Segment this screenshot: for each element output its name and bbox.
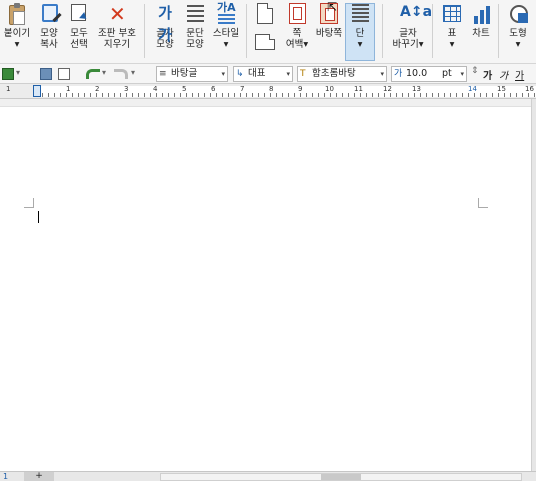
select-icon xyxy=(68,2,90,26)
ribbon-separator xyxy=(382,4,383,58)
chevron-down-icon: ▾ xyxy=(380,70,384,78)
format-painter-button[interactable]: 모양 복사 xyxy=(34,2,64,50)
horizontal-scrollbar[interactable] xyxy=(160,473,522,481)
page-setup-button[interactable] xyxy=(252,2,278,54)
clipboard-icon xyxy=(6,2,28,26)
vertical-scrollbar[interactable] xyxy=(531,99,536,471)
bottom-bar: 1 + xyxy=(0,471,536,481)
chevron-down-icon: ▾ xyxy=(460,70,464,78)
bold-button[interactable]: 가 xyxy=(483,67,492,82)
preview-icon[interactable] xyxy=(58,68,70,80)
redo-dropdown-arrow-icon[interactable]: ▾ xyxy=(131,68,135,77)
change-text-button[interactable]: A↕a 글자 바꾸기▾ xyxy=(388,2,433,50)
save-dropdown-arrow-icon[interactable]: ▾ xyxy=(16,68,20,77)
ribbon-separator xyxy=(144,4,145,58)
language-icon: ↳ xyxy=(236,69,244,79)
ribbon-separator xyxy=(498,4,499,58)
redo-icon[interactable] xyxy=(114,69,128,79)
paragraph-icon xyxy=(184,2,206,26)
ruler-scale xyxy=(36,86,536,97)
para-shape-button[interactable]: 문단 모양 xyxy=(180,2,210,50)
document-editing-area[interactable] xyxy=(0,99,531,471)
table-button[interactable]: 표 ▾ xyxy=(438,2,466,50)
char-shape-button[interactable]: 가가 글자 모양 xyxy=(150,2,180,50)
font-size-spinner[interactable]: ⇕ xyxy=(471,66,479,76)
page-top-shadow xyxy=(0,99,531,107)
page-indicator: 1 xyxy=(3,472,9,481)
style-select-icon: ≡ xyxy=(159,69,167,79)
chart-icon xyxy=(470,2,492,26)
page-landscape-icon xyxy=(254,28,276,52)
paste-button[interactable]: 붙이기 ▾ xyxy=(2,2,32,50)
ribbon-separator xyxy=(246,4,247,58)
page-margin-icon xyxy=(286,2,308,26)
table-icon xyxy=(441,2,463,26)
ribbon-toolbar: 붙이기 ▾ 모양 복사 모두 선택 ✕ 조판 부호 지우기 가가 글자 모양 문… xyxy=(0,0,536,64)
columns-button[interactable]: 단 ▾ xyxy=(346,2,374,50)
font-size-field[interactable]: 가 10.0 pt ▾ xyxy=(391,66,467,82)
style-select[interactable]: ≡ 바탕글 ▾ xyxy=(156,66,228,82)
undo-dropdown-arrow-icon[interactable]: ▾ xyxy=(102,68,106,77)
italic-button[interactable]: 가 xyxy=(499,67,508,82)
char-shape-icon: 가가 xyxy=(158,4,172,44)
font-icon: T xyxy=(300,69,306,79)
format-painter-icon xyxy=(38,2,60,26)
chevron-down-icon: ▾ xyxy=(221,70,225,78)
font-size-icon: 가 xyxy=(394,69,403,79)
language-select[interactable]: ↳ 대표 ▾ xyxy=(233,66,293,82)
text-caret xyxy=(38,211,39,223)
print-icon[interactable] xyxy=(40,68,52,80)
replace-text-icon: A↕a xyxy=(400,4,433,20)
style-button[interactable]: 가A 스타일 ▾ xyxy=(210,2,242,50)
add-tab-button[interactable]: + xyxy=(24,472,54,481)
shape-button[interactable]: 도형 ▾ xyxy=(504,2,532,50)
save-icon[interactable] xyxy=(2,68,14,80)
chevron-down-icon: ▾ xyxy=(286,70,290,78)
columns-icon xyxy=(349,2,371,26)
undo-icon[interactable] xyxy=(86,69,100,79)
chart-button[interactable]: 차트 xyxy=(467,2,495,39)
underline-button[interactable]: 가 xyxy=(515,67,524,82)
indent-marker[interactable] xyxy=(33,85,41,97)
page-corner-top-left xyxy=(24,198,34,208)
horizontal-ruler[interactable]: 1 1 2 3 4 5 6 7 8 9 10 11 12 13 14 15 16 xyxy=(0,84,536,99)
horizontal-scroll-thumb[interactable] xyxy=(321,474,361,480)
ribbon-separator xyxy=(432,4,433,58)
font-select[interactable]: T 함초롬바탕 ▾ xyxy=(297,66,387,82)
style-icon: 가A xyxy=(215,2,237,26)
page-corner-top-right xyxy=(478,198,488,208)
shape-icon xyxy=(507,2,529,26)
select-all-button[interactable]: 모두 선택 xyxy=(64,2,94,50)
page-portrait-icon xyxy=(254,2,276,26)
mouse-cursor-icon: ⇱ xyxy=(327,0,338,14)
clear-formatting-codes-button[interactable]: ✕ 조판 부호 지우기 xyxy=(94,2,140,50)
formatting-toolbar: ▾ ▾ ▾ ≡ 바탕글 ▾ ↳ 대표 ▾ T 함초롬바탕 ▾ 가 10.0 pt… xyxy=(0,64,536,84)
page-margin-button[interactable]: 쪽 여백▾ xyxy=(282,2,312,50)
delete-codes-icon: ✕ xyxy=(109,2,126,26)
